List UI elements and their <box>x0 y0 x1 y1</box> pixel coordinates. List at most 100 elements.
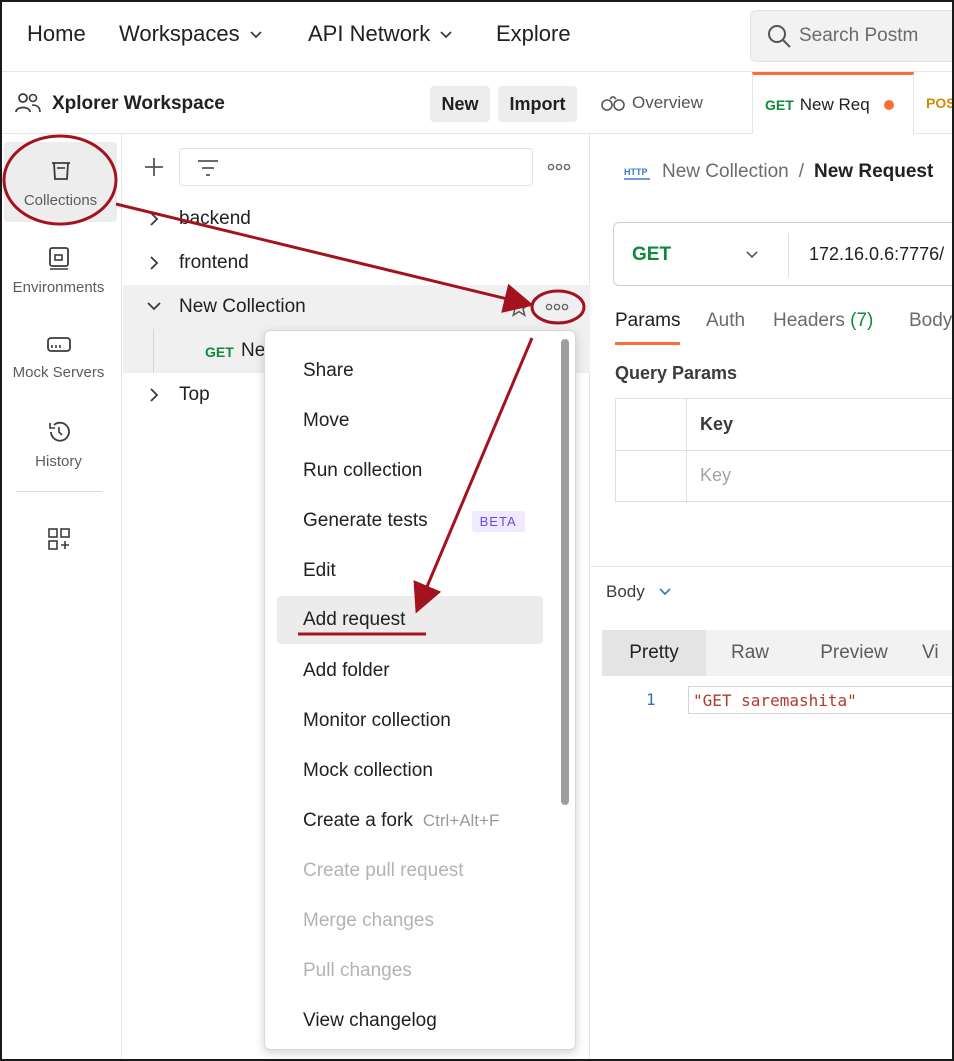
tab-auth[interactable]: Auth <box>706 310 745 332</box>
tab-new-request[interactable]: GET New Req <box>752 72 914 134</box>
breadcrumb: HTTP New Collection / New Request <box>622 160 933 184</box>
method-badge: POS <box>926 95 954 111</box>
unsaved-dot-icon <box>883 99 894 110</box>
table-row: Key <box>616 451 952 503</box>
headers-count: (7) <box>850 310 874 331</box>
menu-item-label: Mock collection <box>303 760 433 781</box>
menu-item-label: Generate tests <box>303 510 428 531</box>
filter-input[interactable] <box>179 148 533 186</box>
tab-params[interactable]: Params <box>615 310 681 345</box>
add-icon[interactable] <box>143 156 165 178</box>
url-input[interactable]: 172.16.0.6:7776/ <box>809 244 944 265</box>
menu-item-move[interactable]: Move <box>277 397 543 445</box>
environments-icon <box>48 247 69 270</box>
menu-item-mock-collection[interactable]: Mock collection <box>277 747 543 795</box>
tree-item-frontend[interactable]: frontend <box>123 241 590 285</box>
response-body-select[interactable]: Body <box>606 582 673 602</box>
tab-visualize[interactable]: Vi <box>922 630 952 676</box>
menu-item-run-collection[interactable]: Run collection <box>277 447 543 495</box>
svg-text:HTTP: HTTP <box>624 167 648 177</box>
team-icon <box>15 93 41 113</box>
chevron-down-icon <box>659 588 671 596</box>
tab-label: New Req <box>799 94 870 114</box>
new-button[interactable]: New <box>430 86 490 122</box>
configure-sidebar-button[interactable] <box>46 526 72 557</box>
keyboard-shortcut: Ctrl+Alt+F <box>422 811 500 830</box>
nav-api-network-label: API Network <box>308 21 431 46</box>
collections-icon <box>51 162 70 180</box>
table-header-row: Key <box>616 399 952 451</box>
collection-context-menu: Share Move Run collection Generate tests… <box>264 330 576 1050</box>
nav-home[interactable]: Home <box>27 21 86 47</box>
app-window: Home Workspaces API Network Explore Sear… <box>0 0 954 1061</box>
menu-item-create-fork[interactable]: Create a fork Ctrl+Alt+F <box>277 797 543 845</box>
response-divider[interactable] <box>590 566 952 567</box>
menu-item-generate-tests[interactable]: Generate tests BETA <box>277 497 543 545</box>
menu-item-label: Add folder <box>303 660 390 681</box>
sidebar-item-label: Environments <box>12 279 105 296</box>
url-separator <box>788 233 789 277</box>
response-code-line: 1 "GET saremashita" <box>602 686 952 716</box>
chevron-down-icon <box>147 302 161 311</box>
response-text: "GET saremashita" <box>688 686 952 714</box>
sidebar-item-environments[interactable]: Environments <box>2 229 115 309</box>
menu-item-label: Pull changes <box>303 960 412 981</box>
more-options-icon[interactable] <box>547 162 571 172</box>
menu-item-label: Add request <box>303 609 406 630</box>
tree-item-label: Ne <box>241 340 266 361</box>
nav-workspaces-label: Workspaces <box>119 21 240 46</box>
menu-item-edit[interactable]: Edit <box>277 547 543 595</box>
response-body-label: Body <box>606 582 645 601</box>
import-button[interactable]: Import <box>498 86 577 122</box>
workspace-title: Xplorer Workspace <box>52 93 225 114</box>
nav-api-network[interactable]: API Network <box>308 21 454 47</box>
tab-overview[interactable]: Overview <box>600 72 750 134</box>
sidebar-item-collections[interactable]: Collections <box>4 142 117 222</box>
line-number: 1 <box>646 690 656 709</box>
menu-item-create-pull-request: Create pull request <box>277 847 543 895</box>
http-icon: HTTP <box>624 167 650 180</box>
tab-raw[interactable]: Raw <box>706 630 794 676</box>
menu-item-label: Move <box>303 410 350 431</box>
menu-item-view-changelog[interactable]: View changelog <box>277 997 543 1045</box>
method-select[interactable]: GET <box>632 244 671 266</box>
menu-scrollbar[interactable] <box>561 339 569 805</box>
workspace-header: Xplorer Workspace New Import <box>2 72 590 134</box>
beta-badge: BETA <box>471 510 525 532</box>
breadcrumb-collection[interactable]: New Collection <box>662 161 789 183</box>
tab-preview[interactable]: Preview <box>794 630 914 676</box>
search-input[interactable]: Search Postm <box>750 10 952 62</box>
nav-explore[interactable]: Explore <box>496 21 571 47</box>
tab-headers[interactable]: Headers (7) <box>773 310 873 332</box>
tree-guide <box>153 329 154 373</box>
url-bar: GET 172.16.0.6:7776/ <box>613 222 952 286</box>
query-params-title: Query Params <box>615 363 738 383</box>
star-icon[interactable] <box>508 296 530 318</box>
tab-post-request[interactable]: POS <box>926 72 954 134</box>
key-input[interactable]: Key <box>700 465 731 486</box>
menu-item-add-request[interactable]: Add request <box>277 596 543 644</box>
chevron-down-icon <box>440 31 452 39</box>
menu-item-label: Merge changes <box>303 910 434 931</box>
response-format-tabs: Pretty Raw Preview Vi <box>602 630 952 676</box>
menu-item-share[interactable]: Share <box>277 347 543 395</box>
menu-item-label: Create pull request <box>303 860 464 881</box>
sidebar-item-mock-servers[interactable]: Mock Servers <box>2 316 115 396</box>
tree-item-new-collection[interactable]: New Collection <box>123 285 590 329</box>
tree-item-backend[interactable]: backend <box>123 197 590 241</box>
menu-item-monitor-collection[interactable]: Monitor collection <box>277 697 543 745</box>
tab-pretty[interactable]: Pretty <box>602 630 706 676</box>
more-options-icon[interactable] <box>545 302 569 312</box>
tree-item-label: Top <box>179 384 210 405</box>
sidebar-item-label: History <box>35 453 82 470</box>
request-tabs: Overview GET New Req POS <box>590 72 954 134</box>
filter-icon <box>198 160 218 176</box>
menu-item-label: Monitor collection <box>303 710 451 731</box>
column-header-key: Key <box>700 414 734 434</box>
table-column-divider <box>686 399 687 503</box>
tree-item-label: frontend <box>179 252 249 273</box>
tab-body[interactable]: Body <box>909 310 952 332</box>
nav-workspaces[interactable]: Workspaces <box>119 21 264 47</box>
menu-item-add-folder[interactable]: Add folder <box>277 647 543 695</box>
sidebar-item-history[interactable]: History <box>2 403 115 483</box>
